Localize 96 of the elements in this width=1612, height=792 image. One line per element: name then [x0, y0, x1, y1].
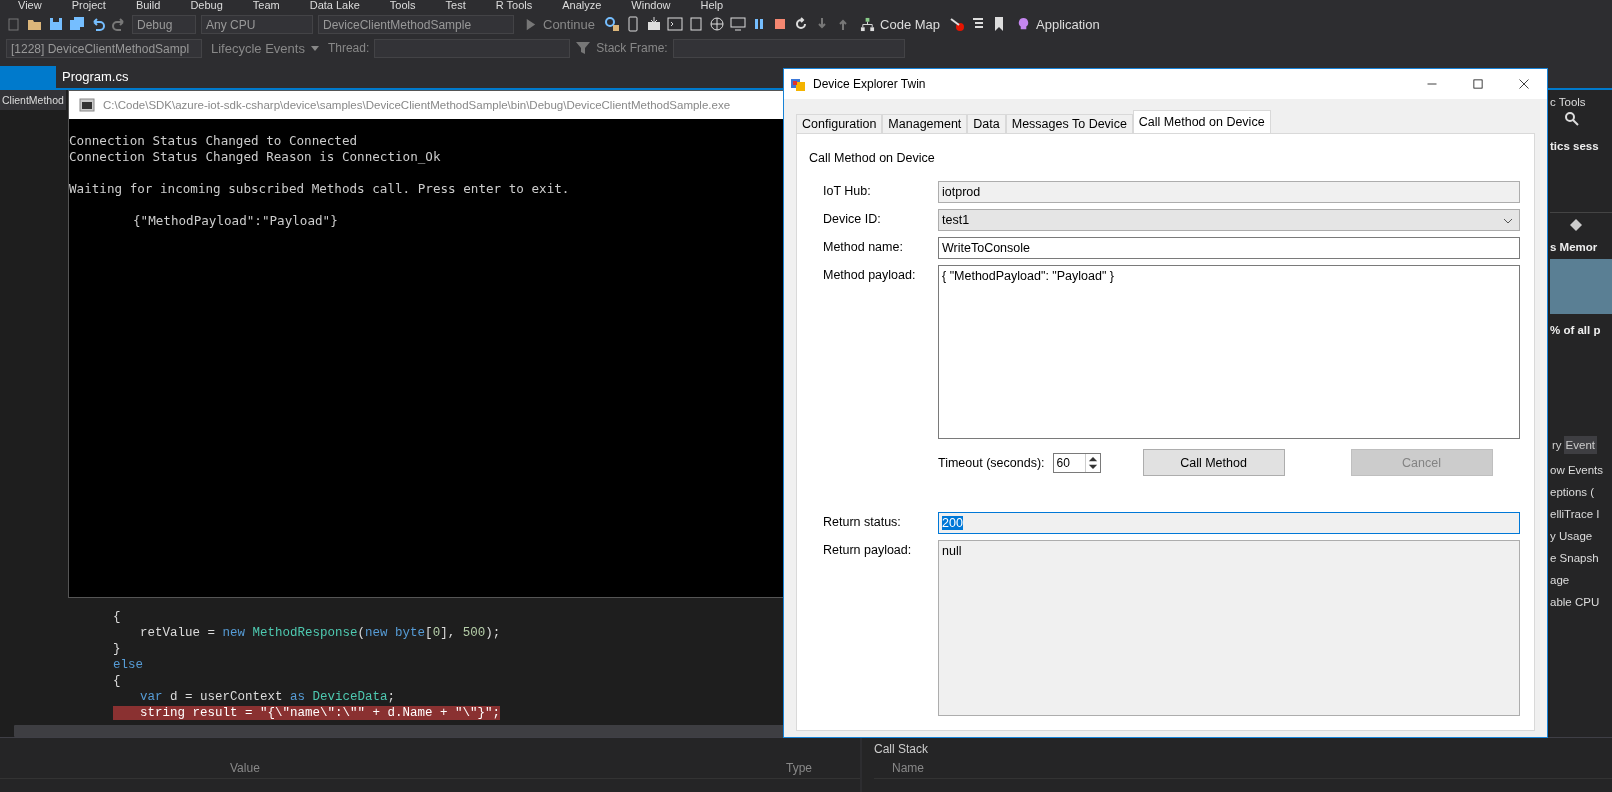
save-all-icon[interactable]	[69, 16, 85, 32]
dropdown[interactable]: test1	[938, 209, 1520, 231]
menu-item[interactable]: Team	[252, 0, 280, 12]
monitor-icon[interactable]	[730, 16, 747, 32]
tablet-icon[interactable]	[688, 16, 705, 32]
input-field[interactable]: { "MethodPayload": "Payload" }	[938, 265, 1520, 439]
field-label: Device ID:	[822, 211, 882, 226]
field-label: IoT Hub:	[822, 183, 872, 198]
console-app-icon	[79, 97, 95, 113]
chevron-down-icon	[1503, 218, 1513, 224]
field-label: Return payload:	[822, 542, 913, 557]
application-insights-button[interactable]: Application	[1012, 16, 1104, 32]
menu-item[interactable]: Analyze	[562, 0, 602, 12]
console-output-line: Connection Status Changed Reason is Connection_Ok	[69, 149, 441, 165]
menu-item[interactable]: Build	[135, 0, 161, 12]
caret-icon	[310, 45, 319, 51]
console-output-line: Connection Status Changed to Connected	[69, 133, 358, 149]
tab[interactable]: Configuration	[796, 114, 883, 133]
timeout-spinner[interactable]: 60	[1052, 452, 1101, 473]
stack-frame-label: Stack Frame:	[596, 41, 668, 55]
code-line: retValue = new MethodResponse(new byte[0], 500);	[139, 626, 501, 640]
tab[interactable]: Messages To Device	[1005, 114, 1133, 133]
menu-item[interactable]: Test	[445, 0, 466, 12]
input-field[interactable]: WriteToConsole	[938, 237, 1520, 259]
input-field[interactable]: iotprod	[938, 181, 1520, 203]
undo-icon[interactable]	[90, 16, 106, 32]
panel-item[interactable]: e Snapsh	[1550, 552, 1612, 564]
panel-item[interactable]: ow Events	[1550, 464, 1612, 476]
app-icon	[790, 76, 806, 92]
input-field[interactable]: 200	[938, 512, 1520, 534]
thread-label: Thread:	[327, 41, 370, 55]
panel-tab[interactable]: Event	[1563, 436, 1597, 454]
tab[interactable]: Data	[967, 114, 1006, 133]
panel-item[interactable]: elliTrace I	[1550, 508, 1612, 520]
code-line: {	[113, 674, 121, 688]
column-header[interactable]: Name	[892, 758, 924, 778]
code-line: else	[113, 658, 143, 672]
menu-item[interactable]: R Tools	[495, 0, 533, 12]
tab[interactable]: Management	[882, 114, 968, 133]
code-line: var d = userContext as DeviceData;	[139, 690, 396, 704]
find-icon[interactable]	[604, 16, 621, 32]
startup-project-dropdown[interactable]: DeviceClientMethodSample	[318, 14, 514, 34]
zoom-icon[interactable]	[1564, 111, 1580, 127]
redo-icon[interactable]	[111, 16, 127, 32]
menu-item[interactable]: Window	[631, 0, 671, 12]
menu-item[interactable]: Project	[71, 0, 106, 12]
memory-label: s Memor	[1550, 241, 1599, 253]
session-label: tics sess	[1550, 140, 1600, 152]
panel-tab[interactable]: ry	[1550, 436, 1564, 454]
window-title: C:\Code\SDK\azure-iot-sdk-csharp\device\samples\DeviceClientMethodSample\bin\Debug\DeviceClientMethodSample.exe	[103, 99, 731, 111]
filter-icon[interactable]	[575, 40, 592, 56]
cpu-label: % of all p	[1550, 324, 1602, 336]
panel-item[interactable]: age	[1550, 574, 1612, 586]
section-title: Call Method on Device	[809, 151, 936, 165]
console-output-line: Waiting for incoming subscribed Methods call. Press enter to exit.	[69, 180, 570, 197]
field-label: Method payload:	[822, 267, 917, 282]
breakpoint-icon[interactable]	[949, 16, 966, 32]
globe-icon[interactable]	[709, 16, 726, 32]
panel-item[interactable]: y Usage	[1550, 530, 1612, 542]
configuration-dropdown[interactable]: Debug	[132, 14, 196, 34]
maximize-icon[interactable]	[1472, 78, 1484, 90]
panel-item[interactable]: able CPU	[1550, 596, 1612, 608]
column-header[interactable]: Value	[230, 758, 786, 778]
panel-item[interactable]: eptions (	[1550, 486, 1612, 498]
code-line: {	[113, 610, 121, 624]
tab[interactable]: Call Method on Device	[1132, 110, 1271, 133]
window-title: Device Explorer Twin	[813, 77, 927, 91]
continue-button[interactable]: Continue	[519, 16, 600, 32]
document-tab[interactable]: Program.cs	[56, 66, 135, 88]
input-field[interactable]: null	[938, 540, 1520, 716]
console-output-line: {"MethodPayload":"Payload"}	[132, 212, 338, 229]
dialog-button[interactable]: Call Method	[1142, 449, 1285, 476]
process-dropdown[interactable]: [1228] DeviceClientMethodSampl	[6, 38, 202, 58]
timeout-label: Timeout (seconds):	[938, 455, 1045, 470]
code-line: }	[113, 642, 121, 656]
panel-title: c Tools	[1550, 96, 1587, 108]
menu-item[interactable]: Tools	[389, 0, 416, 12]
memory-graph	[1550, 259, 1612, 314]
menu-item[interactable]: Help	[700, 0, 724, 12]
menu-item[interactable]: Data Lake	[309, 0, 360, 12]
platform-dropdown[interactable]: Any CPU	[201, 14, 313, 34]
navigation-dropdown[interactable]: ClientMethod	[0, 90, 66, 110]
diamond-marker-icon	[1570, 219, 1582, 231]
panel-title: Call Stack	[874, 742, 930, 758]
console-icon[interactable]	[667, 16, 684, 32]
menu-item[interactable]: Debug	[190, 0, 223, 12]
field-label: Return status:	[822, 514, 902, 529]
hierarchy-icon	[860, 16, 876, 32]
save-icon[interactable]	[48, 16, 64, 32]
close-icon[interactable]	[1518, 78, 1530, 90]
field-label: Method name:	[822, 239, 904, 254]
code-map-button[interactable]: Code Map	[856, 16, 945, 32]
column-header[interactable]: Type	[786, 758, 812, 778]
lifecycle-events-button[interactable]: Lifecycle Events	[207, 40, 323, 56]
menu-item[interactable]: View	[18, 0, 42, 12]
download-icon[interactable]	[646, 16, 663, 32]
